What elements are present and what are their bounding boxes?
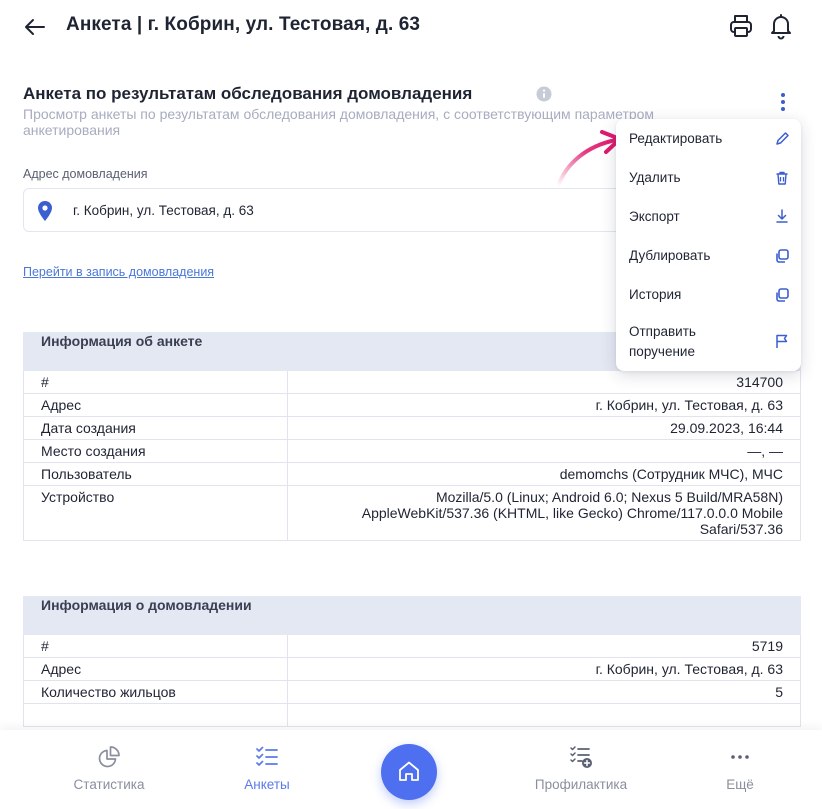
section-title: Анкета по результатам обследования домов… bbox=[23, 84, 473, 103]
print-button[interactable] bbox=[728, 13, 754, 39]
row-key: Адрес bbox=[23, 393, 288, 417]
household-info-heading: Информация о домовладении bbox=[23, 596, 801, 635]
checklist-icon bbox=[256, 746, 278, 766]
row-key: # bbox=[23, 634, 288, 658]
more-icon bbox=[731, 755, 749, 759]
row-value: 5 bbox=[287, 680, 801, 704]
back-button[interactable] bbox=[22, 14, 48, 40]
copy-icon bbox=[776, 288, 789, 302]
table-row: #314700 bbox=[23, 370, 801, 394]
row-value: 314700 bbox=[287, 370, 801, 394]
actions-menu: Редактировать Удалить Экспорт Дублироват… bbox=[616, 119, 801, 371]
download-icon bbox=[776, 209, 788, 223]
household-info-table: Информация о домовладении #5719 Адрес г. … bbox=[23, 596, 801, 727]
menu-item-label: История bbox=[629, 287, 682, 302]
home-icon bbox=[399, 761, 419, 781]
goto-household-link[interactable]: Перейти в запись домовладения bbox=[23, 265, 214, 279]
flag-icon bbox=[776, 334, 788, 348]
menu-item-history[interactable]: История bbox=[616, 276, 801, 312]
table-row bbox=[23, 703, 801, 727]
nav-item-more[interactable]: Ещё bbox=[705, 730, 775, 809]
more-actions-button[interactable] bbox=[772, 90, 794, 114]
address-field[interactable]: г. Кобрин, ул. Тестовая, д. 63 bbox=[23, 188, 623, 232]
menu-item-edit[interactable]: Редактировать bbox=[616, 120, 801, 156]
table-row: Дата создания 29.09.2023, 16:44 bbox=[23, 416, 801, 440]
table-row: Пользователь demomchs (Сотрудник МЧС), МЧ… bbox=[23, 462, 801, 486]
menu-item-label: Экспорт bbox=[629, 209, 680, 224]
row-key: Место создания bbox=[23, 439, 288, 463]
copy-icon bbox=[776, 249, 789, 263]
annotation-arrow-icon bbox=[556, 130, 622, 188]
table-row: Устройство Mozilla/5.0 (Linux; Android 6.… bbox=[23, 485, 801, 541]
notifications-button[interactable] bbox=[768, 12, 794, 40]
row-value: 29.09.2023, 16:44 bbox=[287, 416, 801, 440]
menu-item-delete[interactable]: Удалить bbox=[616, 159, 801, 195]
row-key: Адрес bbox=[23, 657, 288, 681]
menu-item-send-order[interactable]: Отправить поручение bbox=[616, 317, 801, 365]
menu-item-label: Отправить поручение bbox=[629, 324, 696, 359]
table-row: Место создания —, — bbox=[23, 439, 801, 463]
row-key: Дата создания bbox=[23, 416, 288, 440]
nav-item-label: Статистика bbox=[73, 777, 145, 792]
row-key bbox=[23, 703, 288, 727]
row-value: demomchs (Сотрудник МЧС), МЧС bbox=[287, 462, 801, 486]
row-key: Количество жильцов bbox=[23, 680, 288, 704]
app-header: Анкета | г. Кобрин, ул. Тестовая, д. 63 bbox=[0, 0, 822, 56]
nav-item-statistics[interactable]: Статистика bbox=[54, 730, 164, 809]
row-value: —, — bbox=[287, 439, 801, 463]
bell-icon bbox=[771, 14, 791, 40]
nav-item-label: Анкеты bbox=[244, 777, 290, 792]
table-header: Информация о домовладении bbox=[23, 596, 801, 635]
row-key: # bbox=[23, 370, 288, 394]
trash-icon bbox=[776, 171, 788, 185]
row-value: 5719 bbox=[287, 634, 801, 658]
nav-item-label: Профилактика bbox=[534, 777, 628, 792]
pencil-icon bbox=[776, 132, 789, 145]
address-value: г. Кобрин, ул. Тестовая, д. 63 bbox=[73, 203, 254, 218]
row-value bbox=[287, 703, 801, 727]
nav-item-surveys[interactable]: Анкеты bbox=[222, 730, 312, 809]
row-value: Mozilla/5.0 (Linux; Android 6.0; Nexus 5… bbox=[287, 485, 801, 541]
pie-chart-icon bbox=[98, 746, 120, 768]
table-row: #5719 bbox=[23, 634, 801, 658]
arrow-left-icon bbox=[25, 19, 45, 35]
menu-item-label: Удалить bbox=[629, 170, 681, 185]
menu-item-label: Дублировать bbox=[629, 248, 711, 263]
nav-item-prevention[interactable]: Профилактика bbox=[516, 730, 646, 809]
page-title: Анкета | г. Кобрин, ул. Тестовая, д. 63 bbox=[66, 14, 421, 35]
row-key: Пользователь bbox=[23, 462, 288, 486]
menu-item-export[interactable]: Экспорт bbox=[616, 198, 801, 234]
menu-item-label: Редактировать bbox=[629, 131, 723, 146]
table-row: Количество жильцов 5 bbox=[23, 680, 801, 704]
row-value: г. Кобрин, ул. Тестовая, д. 63 bbox=[287, 393, 801, 417]
home-button[interactable] bbox=[381, 744, 437, 800]
checklist-add-icon bbox=[570, 746, 592, 768]
map-pin-icon bbox=[38, 201, 52, 221]
row-key: Устройство bbox=[23, 485, 288, 541]
nav-item-label: Ещё bbox=[726, 777, 754, 792]
table-row: Адрес г. Кобрин, ул. Тестовая, д. 63 bbox=[23, 393, 801, 417]
address-label: Адрес домовладения bbox=[23, 167, 148, 181]
row-value: г. Кобрин, ул. Тестовая, д. 63 bbox=[287, 657, 801, 681]
info-icon[interactable] bbox=[536, 86, 552, 102]
table-row: Адрес г. Кобрин, ул. Тестовая, д. 63 bbox=[23, 657, 801, 681]
printer-icon bbox=[730, 15, 752, 37]
menu-item-duplicate[interactable]: Дублировать bbox=[616, 237, 801, 273]
kebab-menu-icon bbox=[781, 93, 785, 111]
